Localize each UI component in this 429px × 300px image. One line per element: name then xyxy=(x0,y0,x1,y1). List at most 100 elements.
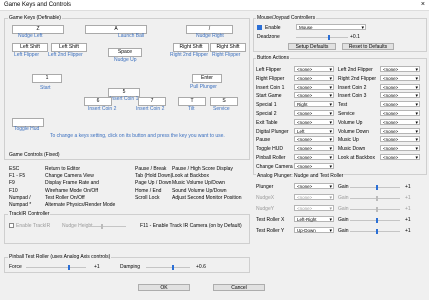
trackir-f11-info: F11 - Enable Track IR Camera (on by Defa… xyxy=(140,223,242,229)
left-flipper-label: Left Flipper xyxy=(14,52,40,58)
nudge-height-thumb[interactable] xyxy=(101,224,103,229)
service-key[interactable]: S xyxy=(210,97,238,106)
fixed-control-cell: Sound Volume Up/Down xyxy=(172,187,227,194)
button-action-select[interactable]: <none> xyxy=(380,83,420,91)
device-select[interactable]: Mouse xyxy=(296,24,366,31)
mouse-enable-checkbox[interactable] xyxy=(257,25,262,30)
force-slider[interactable] xyxy=(26,267,86,268)
deadzone-slider[interactable] xyxy=(296,37,348,38)
button-action-label: Digital Plunger xyxy=(256,128,289,135)
insert-coin-2-label: Insert Coin 2 xyxy=(88,106,117,112)
right-flipper-key[interactable]: Right Shift xyxy=(210,43,246,52)
button-action-select[interactable]: <none> xyxy=(380,145,420,152)
fixed-control-cell: Scroll Lock xyxy=(135,194,160,201)
gain-slider[interactable] xyxy=(350,209,400,210)
force-label: Force xyxy=(9,264,22,270)
trackir-group xyxy=(4,214,250,244)
setup-defaults-button[interactable]: Setup Defaults xyxy=(288,43,336,50)
reset-defaults-button[interactable]: Reset to Defaults xyxy=(342,43,394,50)
button-action-label: Left Flipper xyxy=(256,67,282,73)
pull-plunger-key[interactable]: Enter xyxy=(192,74,222,83)
fixed-control-cell: Tab (Hold Down) xyxy=(135,173,173,180)
gain-thumb[interactable] xyxy=(376,207,378,212)
analog-axis-select[interactable]: <none> xyxy=(294,205,334,212)
button-action-select[interactable]: <none> xyxy=(294,145,334,152)
gain-slider[interactable] xyxy=(350,231,400,232)
gain-slider[interactable] xyxy=(350,187,400,188)
deadzone-value: +0.1 xyxy=(350,34,360,40)
fixed-control-cell: Page Up / Down xyxy=(135,180,172,187)
button-action-label: Special 1 xyxy=(256,102,277,109)
analog-label: Test Roller Y xyxy=(256,228,285,234)
analog-axis-select[interactable]: <none> xyxy=(294,194,334,201)
gain-thumb[interactable] xyxy=(376,218,378,223)
ok-button[interactable]: OK xyxy=(138,284,190,291)
button-action-select[interactable]: <none> xyxy=(380,118,420,126)
button-action-select[interactable]: <none> xyxy=(380,110,420,117)
keys-hint: To change a keys setting, click on its b… xyxy=(50,133,225,139)
right-2nd-flipper-key[interactable]: Right Shift xyxy=(173,43,209,52)
deadzone-thumb[interactable] xyxy=(328,35,330,40)
button-action-select[interactable]: <none> xyxy=(380,101,420,108)
start-key[interactable]: 1 xyxy=(32,74,62,83)
nudge-height-slider[interactable] xyxy=(86,226,126,227)
insert-coin-2-key[interactable]: 6 xyxy=(84,97,112,106)
damping-thumb[interactable] xyxy=(172,265,174,270)
button-action-select[interactable]: <none> xyxy=(380,92,420,99)
button-action-select[interactable]: <none> xyxy=(380,136,420,143)
button-action-select[interactable]: <none> xyxy=(294,154,334,161)
close-icon[interactable]: × xyxy=(421,1,425,8)
button-action-select[interactable]: <none> xyxy=(380,154,420,161)
gain-value: +1 xyxy=(405,206,411,212)
button-action-select[interactable]: <none> xyxy=(294,162,334,170)
button-action-select[interactable]: <none> xyxy=(380,127,420,135)
button-action-select[interactable]: <none> xyxy=(294,66,334,73)
button-action-select[interactable]: <none> xyxy=(294,110,334,117)
deadzone-label: Deadzone xyxy=(257,34,280,40)
nudge-up-key[interactable]: Space xyxy=(108,48,142,57)
insert-coin-3-key[interactable]: 7 xyxy=(138,97,166,106)
left-2nd-flipper-key[interactable]: Left Shift xyxy=(51,43,87,52)
button-action-select[interactable]: Left xyxy=(294,127,334,135)
button-action-label: Change Camera xyxy=(256,163,293,170)
insert-coin-3-label: Insert Coin 2 xyxy=(136,106,165,112)
fixed-control-cell: Look at Backbox xyxy=(172,173,209,180)
analog-axis-select[interactable]: Up-Down xyxy=(294,227,334,234)
button-action-select[interactable]: <none> xyxy=(294,74,334,82)
pull-plunger-label: Pull Plunger xyxy=(190,84,217,90)
button-action-select[interactable]: <none> xyxy=(380,74,420,82)
button-action-label: Start Game xyxy=(256,93,282,100)
button-action-select[interactable]: <none> xyxy=(294,92,334,99)
enable-trackir-checkbox[interactable] xyxy=(9,223,14,228)
analog-axis-select[interactable]: <none> xyxy=(294,183,334,190)
button-action-label: Exit Table xyxy=(256,119,278,126)
button-action-select[interactable]: <none> xyxy=(294,136,334,143)
gain-slider[interactable] xyxy=(350,198,400,199)
button-action-label: Insert Coin 3 xyxy=(338,93,367,100)
button-action-select[interactable]: <none> xyxy=(380,66,420,73)
fixed-control-cell: Home / End xyxy=(135,187,162,194)
button-action-label: Service xyxy=(338,111,355,117)
gain-thumb[interactable] xyxy=(376,185,378,190)
start-label: Start xyxy=(40,85,51,91)
gain-value: +1 xyxy=(405,184,411,190)
analog-label: Test Roller X xyxy=(256,217,285,223)
fixed-control-cell: Change Camera View xyxy=(45,173,94,180)
button-action-select[interactable]: <none> xyxy=(294,83,334,91)
gain-slider[interactable] xyxy=(350,220,400,221)
damping-slider[interactable] xyxy=(146,267,190,268)
left-flipper-key[interactable]: Left Shift xyxy=(12,43,48,52)
gain-thumb[interactable] xyxy=(376,229,378,234)
tilt-key[interactable]: T xyxy=(178,97,206,106)
button-action-select[interactable]: Right xyxy=(294,101,334,108)
fixed-control-cell: Wireframe Mode On/Off xyxy=(45,187,98,194)
right-flipper-label: Right Flipper xyxy=(212,52,241,58)
damping-label: Damping xyxy=(120,264,141,270)
force-thumb[interactable] xyxy=(68,265,70,270)
gain-thumb[interactable] xyxy=(376,196,378,201)
title-bar: Game Keys and Controls × xyxy=(0,0,429,11)
cancel-button[interactable]: Cancel xyxy=(213,284,265,291)
button-action-select[interactable]: <none> xyxy=(294,118,334,126)
analog-axis-select[interactable]: Left-Right xyxy=(294,216,334,223)
trackir-title: TrackIR Controller xyxy=(8,211,51,217)
